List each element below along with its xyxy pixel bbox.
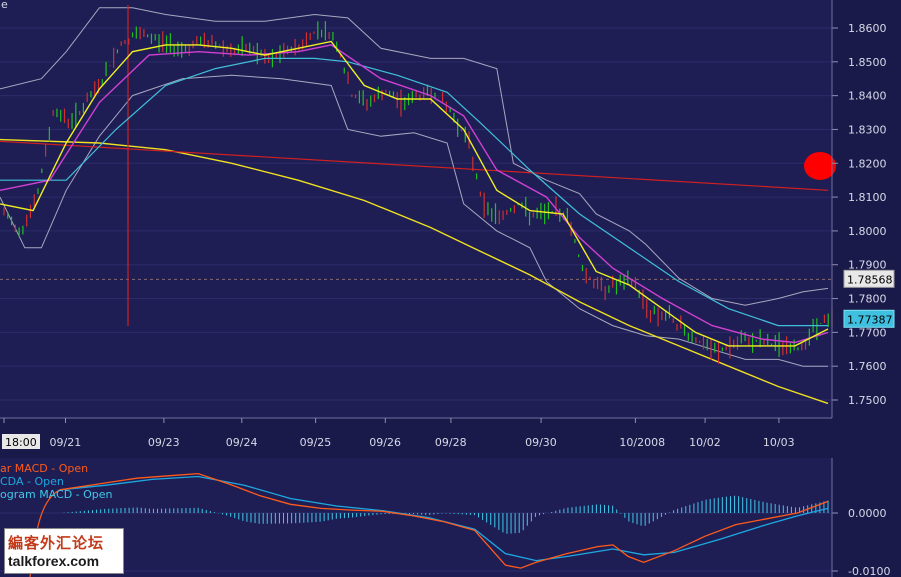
watermark-cn: 編客外汇论坛 (8, 534, 105, 552)
red-marker-dot (804, 151, 836, 180)
price-tick-label: 1.7600 (848, 360, 887, 373)
ma-price-label: 1.77387 (847, 313, 893, 326)
price-tick-label: 1.7800 (848, 293, 887, 306)
legend-entry: ar MACD - Open (0, 462, 88, 475)
time-tick-label: 09/26 (369, 436, 401, 449)
time-tick-label: 09/23 (148, 436, 180, 449)
price-tick-label: 1.8300 (848, 123, 887, 136)
time-tick-label: 10/03 (763, 436, 795, 449)
watermark-en: talkforex.com (8, 553, 100, 569)
current-price-label: 1.78568 (847, 273, 893, 286)
time-tick-label: 10/02 (689, 436, 721, 449)
macd-tick-label: -0.0100 (848, 565, 890, 577)
legend-entry: ogram MACD - Open (0, 488, 113, 501)
time-tick-label: 09/28 (435, 436, 467, 449)
price-tick-label: 1.7700 (848, 326, 887, 339)
price-plot-area (0, 0, 832, 418)
price-tick-label: 1.8000 (848, 225, 887, 238)
legend-entry: CDA - Open (0, 475, 64, 488)
time-tick-label: 09/24 (226, 436, 258, 449)
price-tick-label: 1.7500 (848, 394, 887, 407)
price-tick-label: 1.8100 (848, 191, 887, 204)
time-tick-label: 09/30 (525, 436, 557, 449)
time-tick-label: 09/25 (300, 436, 332, 449)
price-tick-label: 1.8200 (848, 157, 887, 170)
panel-separator (0, 452, 901, 458)
topbar-text: e (1, 0, 8, 11)
time-tick-label: 10/2008 (619, 436, 665, 449)
macd-plot-area (0, 458, 832, 577)
price-tick-label: 1.7900 (848, 259, 887, 272)
chart-svg: 1.8600 1.8500 1.8400 1.8300 1.8200 1.8100 1.80… (0, 0, 901, 577)
time-tick-label: 09/21 (50, 436, 82, 449)
macd-tick-label: 0.0000 (848, 507, 887, 520)
price-tick-label: 1.8600 (848, 22, 887, 35)
price-tick-label: 1.8400 (848, 90, 887, 103)
price-tick-label: 1.8500 (848, 56, 887, 69)
time-tick-label: 18:00 (5, 436, 37, 449)
